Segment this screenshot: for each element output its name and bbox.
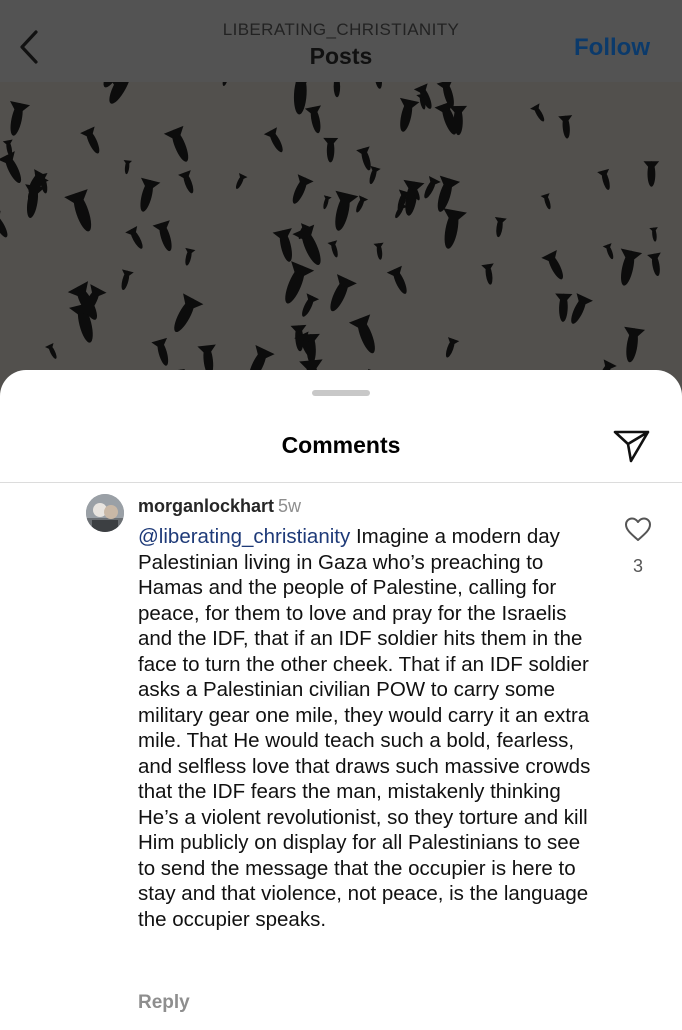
heart-outline-icon [625,517,651,541]
comment-username[interactable]: morganlockhart [138,496,274,516]
reply-button[interactable]: Reply [138,992,190,1014]
share-button[interactable] [612,428,652,464]
avatar-photo [86,494,124,532]
sheet-drag-handle[interactable] [312,390,370,396]
comment-timestamp: 5w [278,496,302,516]
comments-title: Comments [281,432,401,458]
comment-text: @liberating_christianity Imagine a moder… [138,524,596,932]
share-paper-plane-icon [613,430,650,463]
comment-mention[interactable]: @liberating_christianity [138,525,350,548]
like-button[interactable] [624,516,652,542]
top-nav-bar: LIBERATING_CHRISTIANITY Posts Follow [0,0,682,82]
sheet-divider [0,482,682,483]
comment-body-text: Imagine a modern day Palestinian living … [138,525,591,931]
like-count: 3 [632,556,643,576]
comment-header: morganlockhart 5w [138,496,301,517]
comments-sheet: Comments morganlockhart 5w @liberating_ch… [0,370,682,1030]
avatar[interactable] [86,494,124,532]
follow-button[interactable]: Follow [574,34,650,62]
